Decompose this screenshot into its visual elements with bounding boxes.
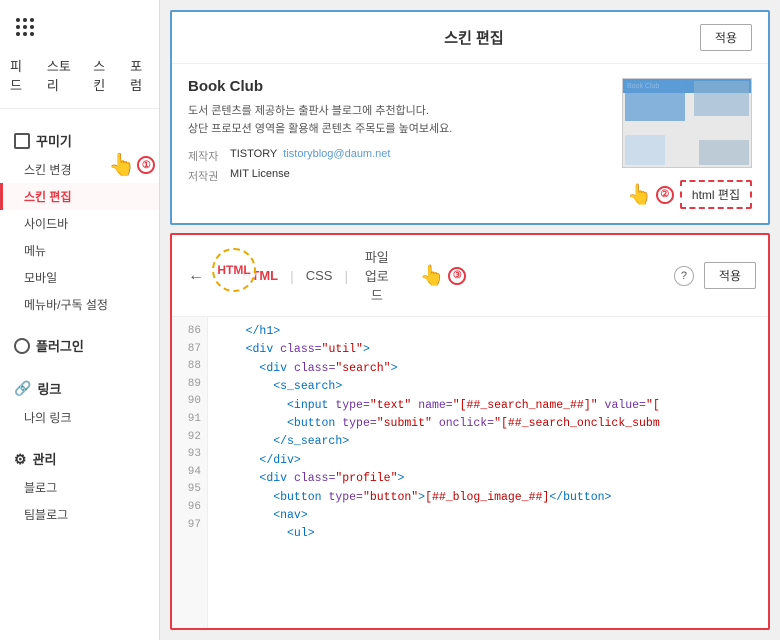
sidebar-item-team-blog[interactable]: 팀블로그 [0, 501, 159, 528]
code-line-91: <button type="submit" onclick="[##_searc… [218, 415, 758, 433]
nav-story[interactable]: 스토리 [47, 54, 75, 96]
code-line-95: <button type="button">[##_blog_image_##]… [218, 489, 758, 507]
code-line-87: <div class="util"> [218, 341, 758, 359]
skin-panel-title: 스킨 편집 [248, 27, 700, 48]
editor-apply-button[interactable]: 적용 [704, 262, 756, 289]
annotation-1: 👆 ① [108, 152, 155, 178]
gear-icon: ⚙ [14, 452, 27, 466]
logo-icon [16, 18, 34, 36]
code-line-89: <s_search> [218, 378, 758, 396]
sidebar-item-skin-edit[interactable]: 스킨 편집 [0, 183, 159, 210]
plugin-section: 플러그인 [0, 322, 159, 365]
sidebar-item-sidebar[interactable]: 사이드바 [0, 210, 159, 237]
sidebar-item-my-link[interactable]: 나의 링크 [0, 404, 159, 431]
license-label: 저작권 [188, 168, 224, 184]
code-area[interactable]: 86 87 88 89 90 91 92 93 94 95 96 97 </h1… [172, 317, 768, 628]
nav-feed[interactable]: 피드 [10, 54, 29, 96]
code-line-96: <nav> [218, 507, 758, 525]
code-line-90: <input type="text" name="[##_search_name… [218, 397, 758, 415]
sidebar-item-blog[interactable]: 블로그 [0, 474, 159, 501]
link-section-title: 🔗 링크 [0, 375, 159, 404]
code-line-86: </h1> [218, 323, 758, 341]
author-value: TISTORY [230, 148, 277, 164]
skin-info: Book Club 도서 콘텐츠를 제공하는 출판사 블로그에 추천합니다. 상… [188, 78, 606, 209]
circle-icon [14, 338, 30, 354]
code-line-92: </s_search> [218, 433, 758, 451]
code-line-97: <ul> [218, 525, 758, 543]
editor-panel: ← HTML HTML | CSS | 파일업로드 👆 ③ ? [170, 233, 770, 630]
logo-area [0, 0, 159, 54]
editor-toolbar: ← HTML HTML | CSS | 파일업로드 👆 ③ ? [172, 235, 768, 317]
nav-forum[interactable]: 포럼 [130, 54, 149, 96]
sidebar-item-menu[interactable]: 메뉴 [0, 237, 159, 264]
tab-fileupload[interactable]: 파일업로드 [348, 243, 405, 308]
admin-section-title: ⚙ 관리 [0, 445, 159, 474]
skin-preview: Book Club 👆 ② html 편집 [622, 78, 752, 209]
editor-back-button[interactable]: ← [184, 267, 208, 285]
skin-name: Book Club [188, 78, 606, 95]
license-value: MIT License [230, 168, 290, 184]
html-tab-badge: HTML [217, 263, 250, 277]
code-line-93: </div> [218, 452, 758, 470]
editor-help-button[interactable]: ? [674, 266, 694, 286]
skin-apply-button[interactable]: 적용 [700, 24, 752, 51]
annotation-3-area: 👆 ③ [420, 263, 467, 288]
html-edit-button[interactable]: html 편집 [680, 180, 752, 209]
author-label: 제작자 [188, 148, 224, 164]
square-icon [14, 133, 30, 149]
tab-css[interactable]: CSS [294, 264, 345, 287]
badge-3: ③ [448, 267, 466, 285]
skin-panel-header: 스킨 편집 적용 [172, 12, 768, 64]
nav-skin[interactable]: 스킨 [93, 54, 112, 96]
code-line-88: <div class="search"> [218, 360, 758, 378]
plugin-section-title: 플러그인 [0, 332, 159, 361]
main-content: 스킨 편집 적용 Book Club 도서 콘텐츠를 제공하는 출판사 블로그에… [160, 0, 780, 640]
skin-meta: 제작자 TISTORY tistoryblog@daum.net 저작권 MIT… [188, 148, 606, 184]
decoration-section: 꾸미기 스킨 변경 스킨 편집 사이드바 메뉴 모바일 메뉴바/구독 설정 [0, 117, 159, 322]
sidebar-item-menu-subscribe[interactable]: 메뉴바/구독 설정 [0, 291, 159, 318]
top-nav: 피드 스토리 스킨 포럼 [0, 54, 159, 109]
skin-panel-body: Book Club 도서 콘텐츠를 제공하는 출판사 블로그에 추천합니다. 상… [172, 64, 768, 223]
admin-section: ⚙ 관리 블로그 팀블로그 [0, 435, 159, 532]
sidebar: 피드 스토리 스킨 포럼 꾸미기 스킨 변경 스킨 편집 사이드바 메뉴 모바일… [0, 0, 160, 640]
skin-panel: 스킨 편집 적용 Book Club 도서 콘텐츠를 제공하는 출판사 블로그에… [170, 10, 770, 225]
author-email[interactable]: tistoryblog@daum.net [283, 148, 390, 164]
link-icon: 🔗 [14, 380, 31, 397]
line-numbers: 86 87 88 89 90 91 92 93 94 95 96 97 [172, 317, 208, 628]
skin-preview-image: Book Club [622, 78, 752, 168]
sidebar-item-mobile[interactable]: 모바일 [0, 264, 159, 291]
badge-2: ② [656, 186, 674, 204]
skin-description: 도서 콘텐츠를 제공하는 출판사 블로그에 추천합니다. 상단 프로모션 영역을… [188, 103, 606, 138]
link-section: 🔗 링크 나의 링크 [0, 365, 159, 435]
code-content[interactable]: </h1> <div class="util"> <div class="sea… [208, 317, 768, 628]
editor-tabs: HTML HTML | CSS | 파일업로드 [218, 243, 406, 308]
badge-1: ① [137, 156, 155, 174]
code-line-94: <div class="profile"> [218, 470, 758, 488]
